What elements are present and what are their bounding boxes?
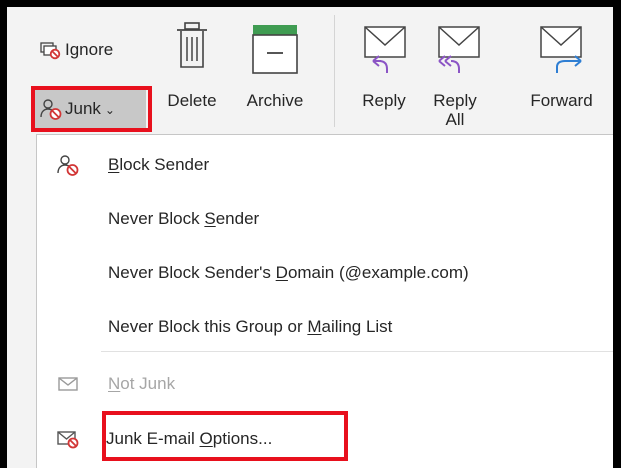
reply-icon (354, 17, 414, 85)
menu-item-never-block-group[interactable]: Never Block this Group or Mailing List (37, 307, 613, 347)
menu-item-junk-email-options[interactable]: Junk E-mail Options... (37, 419, 613, 459)
forward-icon (520, 17, 603, 85)
menu-item-label: Junk E-mail Options... (106, 429, 273, 448)
menu-item-label: Never Block this Group or Mailing List (108, 317, 393, 336)
outlook-window: Ignore Junk ⌄ Delete Archive Reply Reply… (7, 7, 613, 468)
menu-item-not-junk[interactable]: Not Junk (37, 364, 613, 404)
ribbon-group-divider (334, 15, 335, 127)
ignore-button[interactable]: Ignore (36, 35, 117, 65)
forward-label: Forward (530, 91, 593, 110)
menu-item-label: Block Sender (108, 155, 210, 174)
menu-item-label: Never Block Sender's Domain (@example.co… (108, 263, 469, 282)
menu-item-never-block-sender[interactable]: Never Block Sender (37, 199, 613, 239)
reply-all-label: Reply All (433, 91, 477, 129)
ignore-icon (40, 40, 62, 60)
delete-label: Delete (167, 91, 217, 110)
archive-label: Archive (246, 91, 304, 110)
ribbon: Ignore Junk ⌄ Delete Archive Reply Reply… (7, 7, 613, 134)
ignore-label: Ignore (65, 40, 114, 59)
menu-item-block-sender[interactable]: Block Sender (37, 145, 613, 185)
reply-all-button[interactable]: Reply All (420, 17, 490, 134)
archive-icon (234, 17, 316, 85)
menu-item-label: Never Block Sender (108, 209, 260, 228)
junk-dropdown-menu: Block Sender Never Block Sender Never Bl… (36, 134, 613, 468)
trash-icon (157, 17, 227, 85)
junk-button[interactable]: Junk ⌄ (33, 89, 146, 129)
menu-item-label: Not Junk (108, 374, 176, 393)
junk-email-options-icon (37, 429, 99, 449)
reply-all-icon (420, 17, 490, 85)
junk-label: Junk (65, 99, 101, 118)
block-sender-icon (37, 153, 99, 177)
menu-divider (101, 351, 613, 352)
reply-label: Reply (362, 91, 406, 110)
block-sender-icon (39, 97, 63, 121)
envelope-icon (37, 375, 99, 393)
chevron-down-icon: ⌄ (104, 103, 115, 117)
menu-item-never-block-domain[interactable]: Never Block Sender's Domain (@example.co… (37, 253, 613, 293)
